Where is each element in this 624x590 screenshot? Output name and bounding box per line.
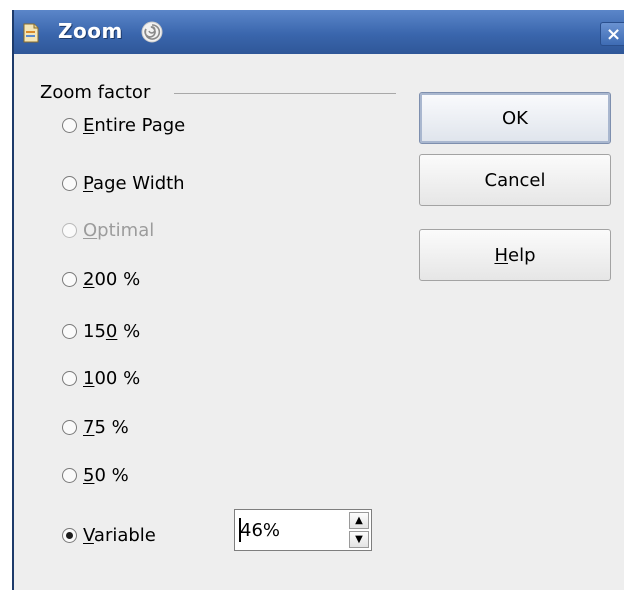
radio-label: 150 % <box>83 320 141 342</box>
text-cursor <box>239 518 241 542</box>
radio-200[interactable]: 200 % <box>62 266 140 292</box>
radio-button[interactable] <box>62 117 77 133</box>
radio-button[interactable] <box>62 370 77 386</box>
title-bar[interactable]: Zoom × <box>14 10 624 54</box>
variable-zoom-input[interactable] <box>237 510 348 550</box>
radio-button[interactable] <box>62 271 77 287</box>
radio-button[interactable] <box>62 527 77 543</box>
radio-label: 75 % <box>83 416 129 438</box>
spin-down-button[interactable]: ▼ <box>349 531 369 548</box>
radio-label: 200 % <box>83 268 141 290</box>
group-separator <box>174 93 396 94</box>
radio-label: Entire Page <box>83 114 186 136</box>
radio-label: Page Width <box>83 172 185 194</box>
window-title: Zoom <box>58 19 123 43</box>
radio-button[interactable] <box>62 467 77 483</box>
radio-variable[interactable]: Variable <box>62 522 156 548</box>
radio-button[interactable] <box>62 419 77 435</box>
zoom-dialog: Zoom × Zoom factor Entire Page Page Widt… <box>12 10 624 590</box>
radio-label: 50 % <box>83 464 129 486</box>
radio-100[interactable]: 100 % <box>62 365 140 391</box>
radio-label: Variable <box>83 524 156 546</box>
radio-page-width[interactable]: Page Width <box>62 170 185 196</box>
radio-optimal: Optimal <box>62 217 154 243</box>
document-icon <box>23 23 39 43</box>
help-button[interactable]: Help <box>419 229 611 281</box>
radio-button[interactable] <box>62 323 77 339</box>
dialog-body: Zoom factor Entire Page Page Width Optim… <box>14 54 624 590</box>
radio-button <box>62 222 77 238</box>
radio-label: 100 % <box>83 367 141 389</box>
cancel-button[interactable]: Cancel <box>419 154 611 206</box>
radio-label: Optimal <box>83 219 155 241</box>
radio-50[interactable]: 50 % <box>62 462 129 488</box>
spin-up-button[interactable]: ▲ <box>349 512 369 529</box>
radio-entire-page[interactable]: Entire Page <box>62 112 185 138</box>
variable-zoom-spinbox: ▲ ▼ <box>234 509 372 551</box>
radio-150[interactable]: 150 % <box>62 318 140 344</box>
radio-button[interactable] <box>62 175 77 191</box>
zoom-factor-group-label: Zoom factor <box>40 82 151 103</box>
close-button[interactable]: × <box>600 22 624 46</box>
radio-75[interactable]: 75 % <box>62 414 129 440</box>
swirl-icon <box>141 21 163 43</box>
ok-button[interactable]: OK <box>419 92 611 144</box>
